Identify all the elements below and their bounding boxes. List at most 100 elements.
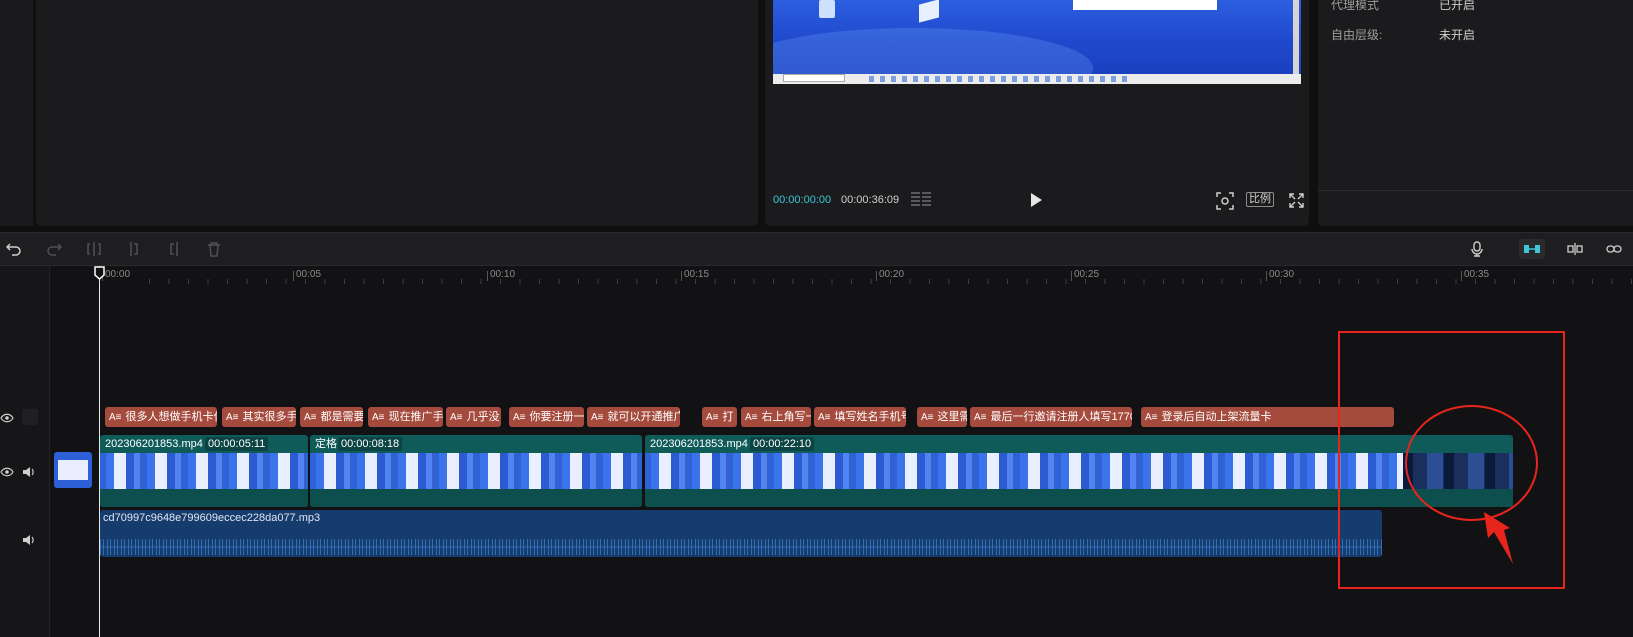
text-clip[interactable]: A≡ 填写姓名手机号	[814, 407, 906, 427]
time-ruler[interactable]: 00:00 00:05 00:10 00:15 00:20 00:25 00:3…	[49, 266, 1633, 286]
proxy-mode-value: 已开启	[1439, 0, 1476, 12]
text-clip[interactable]: A≡ 其实很多手	[222, 407, 296, 427]
track-header-column	[0, 266, 50, 637]
media-panel	[36, 0, 758, 226]
video-clip-name: 202306201853.mp4	[650, 438, 748, 450]
text-clip-label: 这里需	[937, 411, 967, 423]
microphone-icon[interactable]	[1469, 241, 1485, 257]
split-icon[interactable]	[86, 241, 102, 257]
text-clip-label: 几乎没	[466, 411, 500, 423]
redo-icon[interactable]	[46, 241, 62, 257]
free-layer-label: 自由层级:	[1331, 28, 1383, 42]
preview-taskbar-search	[783, 74, 845, 82]
text-clip-label: 最后一行邀请注册人填写17705	[990, 411, 1132, 423]
audio-clip-name: cd70997c9648e799609eccec228da077.mp3	[103, 512, 321, 524]
text-clip[interactable]: A≡ 就可以开通推广	[587, 407, 680, 427]
text-clip-icon: A≡	[745, 412, 758, 423]
trim-right-icon[interactable]	[166, 241, 182, 257]
text-clip-icon: A≡	[226, 412, 239, 423]
video-clip-footer	[100, 489, 308, 507]
text-clip-label: 登录后自动上架流量卡	[1161, 411, 1272, 423]
text-clip-icon: A≡	[706, 412, 719, 423]
video-thumbnails	[310, 453, 642, 489]
preview-taskbar	[773, 74, 1301, 84]
delete-icon[interactable]	[206, 241, 222, 257]
text-clip[interactable]: A≡ 很多人想做手机卡代	[105, 407, 217, 427]
text-clip-icon: A≡	[591, 412, 604, 423]
text-clip-label: 右上角写一	[761, 411, 811, 423]
video-track-volume-icon[interactable]	[22, 466, 36, 478]
playhead-line[interactable]	[99, 266, 100, 637]
text-clip-label: 很多人想做手机卡代	[125, 411, 217, 423]
text-clip-icon: A≡	[304, 412, 317, 423]
screenshot-icon[interactable]	[1216, 192, 1234, 210]
link-split-icon[interactable]	[1567, 241, 1583, 257]
text-clip-icon: A≡	[450, 412, 463, 423]
video-clip-duration: 00:00:22:10	[750, 437, 815, 451]
text-track-visibility-icon[interactable]	[0, 412, 14, 424]
video-clip-duration: 00:00:08:18	[338, 437, 403, 451]
text-clip[interactable]: A≡ 打	[702, 407, 737, 427]
audio-waveform	[100, 539, 1382, 555]
ruler-label: 00:30	[1265, 269, 1295, 281]
total-timecode: 00:00:36:09	[841, 194, 900, 206]
ratio-button[interactable]: 比例	[1246, 192, 1274, 207]
text-clip-icon: A≡	[109, 412, 122, 423]
preview-graphic	[819, 0, 835, 18]
text-clip-icon: A≡	[513, 412, 526, 423]
annotation-circle	[1405, 405, 1538, 521]
text-clip-label: 填写姓名手机号	[834, 411, 906, 423]
text-clip-icon: A≡	[921, 412, 934, 423]
ruler-label: 00:35	[1460, 269, 1490, 281]
text-clip-label: 你要注册一	[529, 411, 584, 423]
proxy-mode-label: 代理模式	[1331, 0, 1380, 12]
left-sidebar	[0, 0, 33, 226]
ruler-label: 00:05	[292, 269, 322, 281]
audio-clip[interactable]: cd70997c9648e799609eccec228da077.mp3	[100, 510, 1382, 557]
ruler-label: 00:25	[1070, 269, 1100, 281]
free-layer-value: 未开启	[1439, 28, 1476, 42]
text-clip[interactable]: A≡ 都是需要	[300, 407, 363, 427]
video-clip[interactable]: 202306201853.mp4 00:00:05:11	[100, 435, 308, 507]
snap-icon	[1524, 245, 1540, 253]
preview-taskbar-icons	[869, 76, 1129, 82]
video-track-visibility-icon[interactable]	[0, 466, 14, 478]
ruler-label: 00:20	[875, 269, 905, 281]
text-clip-label: 就可以开通推广	[607, 411, 680, 423]
trim-left-icon[interactable]	[126, 241, 142, 257]
link-icon[interactable]	[1606, 241, 1622, 257]
video-clip-footer	[310, 489, 642, 507]
play-button[interactable]	[1029, 192, 1043, 208]
ruler-label: 00:10	[486, 269, 516, 281]
grid-icon[interactable]	[911, 192, 931, 206]
audio-track-volume-icon[interactable]	[22, 534, 36, 546]
text-clip-icon: A≡	[818, 412, 831, 423]
video-clip-duration: 00:00:05:11	[205, 437, 269, 451]
text-clip[interactable]: A≡ 现在推广手	[368, 407, 443, 427]
text-clip-label: 现在推广手	[388, 411, 443, 423]
cover-thumbnail[interactable]	[54, 452, 92, 488]
text-clip-label: 都是需要	[320, 411, 363, 423]
text-clip-icon: A≡	[372, 412, 385, 423]
timeline-toolbar	[0, 232, 1633, 266]
text-clip-icon: A≡	[974, 412, 987, 423]
playhead-handle[interactable]	[94, 266, 105, 280]
video-thumbnails	[645, 453, 1403, 489]
text-clip[interactable]: A≡ 几乎没	[446, 407, 501, 427]
freeze-frame-clip[interactable]: 定格 00:00:08:18	[310, 435, 642, 507]
video-clip-name: 定格	[315, 438, 337, 450]
preview-input-box	[1073, 0, 1217, 10]
text-clip[interactable]: A≡右上角写一	[741, 407, 811, 427]
auto-snap-button[interactable]	[1519, 239, 1545, 259]
text-clip[interactable]: A≡ 这里需	[917, 407, 967, 427]
undo-icon[interactable]	[6, 241, 22, 257]
text-track-lock-placeholder	[22, 409, 38, 425]
text-clip[interactable]: A≡ 最后一行邀请注册人填写17705	[970, 407, 1132, 427]
text-clip-label: 其实很多手	[242, 411, 296, 423]
annotation-arrow	[1484, 512, 1513, 564]
fullscreen-icon[interactable]	[1289, 193, 1304, 208]
text-clip-label: 打	[722, 411, 734, 423]
text-clip-icon: A≡	[1145, 412, 1158, 423]
text-clip[interactable]: A≡ 你要注册一	[509, 407, 584, 427]
current-timecode: 00:00:00:00	[773, 194, 832, 206]
